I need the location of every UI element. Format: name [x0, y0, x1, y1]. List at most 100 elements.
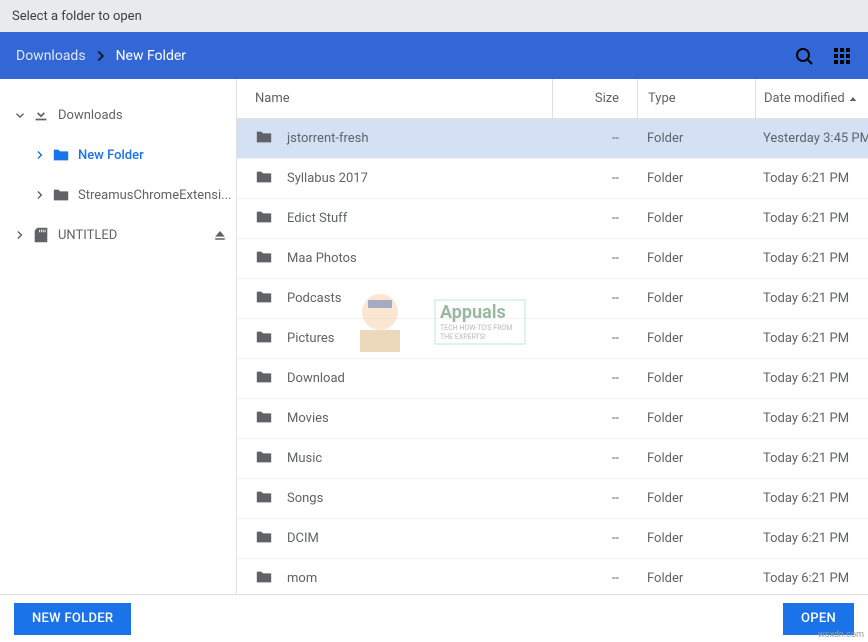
- table-row[interactable]: Syllabus 2017 --FolderToday 6:21 PM: [237, 159, 868, 199]
- table-row[interactable]: Movies--FolderToday 6:21 PM: [237, 399, 868, 439]
- chevron-right-icon[interactable]: [12, 228, 28, 242]
- sidebar: Downloads New Folder StreamusChromeExtensi…: [0, 79, 237, 594]
- row-size: --: [552, 451, 637, 466]
- window-title: Select a folder to open: [12, 9, 142, 24]
- row-size: --: [552, 531, 637, 546]
- table-row[interactable]: Maa Photos--FolderToday 6:21 PM: [237, 239, 868, 279]
- row-date: Yesterday 3:45 PM: [755, 131, 868, 146]
- row-date: Today 6:21 PM: [755, 211, 868, 226]
- chevron-down-icon[interactable]: [12, 108, 28, 122]
- new-folder-button[interactable]: NEW FOLDER: [14, 603, 131, 635]
- search-icon[interactable]: [794, 46, 814, 66]
- file-list: Name Size Type Date modified jstorrent-f…: [237, 79, 868, 594]
- row-name: DCIM: [287, 531, 319, 546]
- row-type: Folder: [637, 491, 755, 506]
- footer-bar: NEW FOLDER OPEN: [0, 594, 868, 642]
- row-type: Folder: [637, 451, 755, 466]
- row-size: --: [552, 211, 637, 226]
- row-type: Folder: [637, 251, 755, 266]
- folder-icon: [255, 208, 273, 230]
- row-size: --: [552, 571, 637, 586]
- row-date: Today 6:21 PM: [755, 291, 868, 306]
- row-name: Download: [287, 371, 345, 386]
- row-type: Folder: [637, 131, 755, 146]
- grid-view-icon[interactable]: [832, 46, 852, 66]
- folder-icon: [255, 128, 273, 150]
- row-date: Today 6:21 PM: [755, 251, 868, 266]
- row-date: Today 6:21 PM: [755, 491, 868, 506]
- folder-icon: [255, 408, 273, 430]
- row-type: Folder: [637, 571, 755, 586]
- row-size: --: [552, 331, 637, 346]
- table-row[interactable]: DCIM--FolderToday 6:21 PM: [237, 519, 868, 559]
- folder-icon: [52, 146, 70, 164]
- column-type[interactable]: Type: [637, 79, 755, 118]
- folder-icon: [255, 248, 273, 270]
- sidebar-item-label: New Folder: [78, 148, 236, 163]
- row-name: Edict Stuff: [287, 211, 347, 226]
- row-type: Folder: [637, 211, 755, 226]
- row-date: Today 6:21 PM: [755, 331, 868, 346]
- chevron-right-icon[interactable]: [32, 148, 48, 162]
- row-date: Today 6:21 PM: [755, 451, 868, 466]
- row-name: Songs: [287, 491, 323, 506]
- column-size[interactable]: Size: [552, 79, 637, 118]
- table-row[interactable]: Songs --FolderToday 6:21 PM: [237, 479, 868, 519]
- row-type: Folder: [637, 171, 755, 186]
- row-date: Today 6:21 PM: [755, 571, 868, 586]
- sidebar-item[interactable]: New Folder: [0, 135, 236, 175]
- row-type: Folder: [637, 531, 755, 546]
- sort-up-icon: [847, 93, 859, 105]
- breadcrumb-item[interactable]: New Folder: [116, 48, 186, 64]
- table-row[interactable]: jstorrent-fresh--FolderYesterday 3:45 PM: [237, 119, 868, 159]
- folder-icon: [255, 168, 273, 190]
- row-size: --: [552, 291, 637, 306]
- column-date[interactable]: Date modified: [755, 79, 868, 118]
- folder-icon: [255, 448, 273, 470]
- folder-icon: [255, 368, 273, 390]
- sidebar-item-label: StreamusChromeExtensi...: [78, 188, 236, 203]
- breadcrumb: Downloads New Folder: [16, 47, 186, 65]
- header-bar: Downloads New Folder: [0, 32, 868, 79]
- eject-icon[interactable]: [212, 227, 228, 243]
- folder-icon: [52, 186, 70, 204]
- table-row[interactable]: mom --FolderToday 6:21 PM: [237, 559, 868, 594]
- row-date: Today 6:21 PM: [755, 411, 868, 426]
- sidebar-item-label: UNTITLED: [58, 228, 212, 243]
- row-size: --: [552, 171, 637, 186]
- column-name[interactable]: Name: [237, 91, 552, 106]
- chevron-right-icon: [92, 47, 110, 65]
- row-date: Today 6:21 PM: [755, 171, 868, 186]
- folder-icon: [255, 328, 273, 350]
- row-name: Movies: [287, 411, 329, 426]
- chevron-right-icon[interactable]: [32, 188, 48, 202]
- row-name: jstorrent-fresh: [287, 131, 369, 146]
- row-size: --: [552, 371, 637, 386]
- breadcrumb-item[interactable]: Downloads: [16, 48, 86, 64]
- window-title-bar: Select a folder to open: [0, 0, 868, 32]
- column-headers: Name Size Type Date modified: [237, 79, 868, 119]
- sidebar-item[interactable]: Downloads: [0, 95, 236, 135]
- row-size: --: [552, 491, 637, 506]
- row-size: --: [552, 411, 637, 426]
- row-name: mom: [287, 571, 317, 586]
- table-row[interactable]: Podcasts --FolderToday 6:21 PM: [237, 279, 868, 319]
- row-type: Folder: [637, 331, 755, 346]
- sidebar-item[interactable]: StreamusChromeExtensi...: [0, 175, 236, 215]
- row-name: Podcasts: [287, 291, 341, 306]
- row-name: Music: [287, 451, 322, 466]
- sidebar-item[interactable]: UNTITLED: [0, 215, 236, 255]
- row-type: Folder: [637, 291, 755, 306]
- table-row[interactable]: Pictures --FolderToday 6:21 PM: [237, 319, 868, 359]
- row-name: Maa Photos: [287, 251, 357, 266]
- row-name: Syllabus 2017: [287, 171, 368, 186]
- table-row[interactable]: Download--FolderToday 6:21 PM: [237, 359, 868, 399]
- row-name: Pictures: [287, 331, 334, 346]
- table-row[interactable]: Music --FolderToday 6:21 PM: [237, 439, 868, 479]
- watermark-text: wsxdn.com: [818, 630, 864, 640]
- folder-icon: [255, 288, 273, 310]
- table-row[interactable]: Edict Stuff --FolderToday 6:21 PM: [237, 199, 868, 239]
- row-type: Folder: [637, 371, 755, 386]
- sd-card-icon: [32, 226, 50, 244]
- download-icon: [32, 106, 50, 124]
